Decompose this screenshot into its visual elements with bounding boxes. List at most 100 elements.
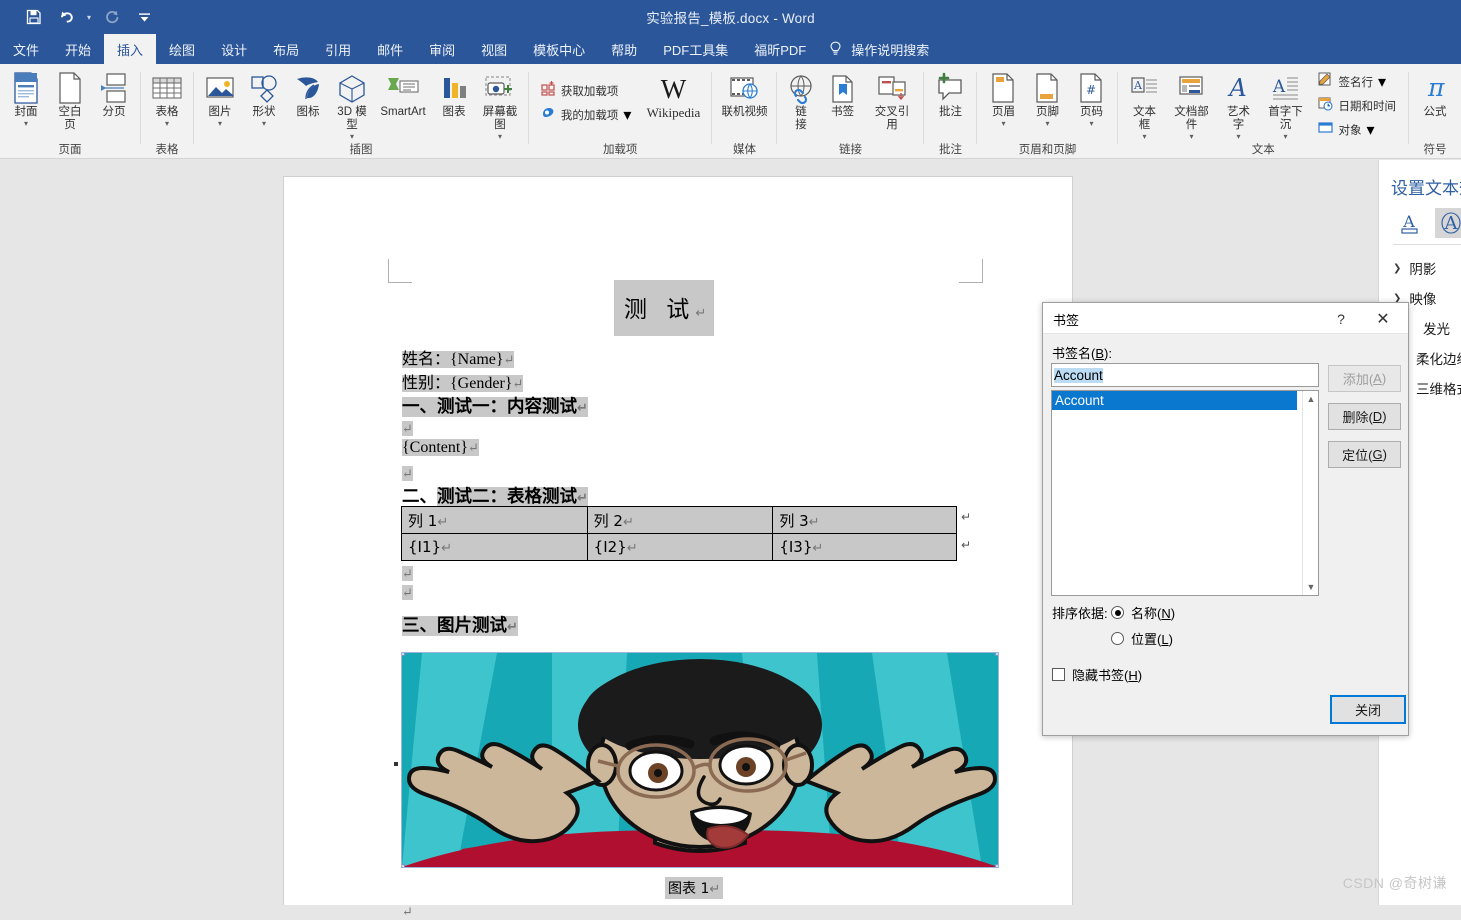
- tell-me-search[interactable]: 操作说明搜索: [819, 34, 942, 64]
- chevron-down-icon[interactable]: ▾: [1366, 120, 1374, 140]
- chart-button[interactable]: 图表: [432, 68, 476, 121]
- bookmark-name-input[interactable]: Account: [1051, 363, 1319, 387]
- document-table[interactable]: 列 1↵ 列 2↵ 列 3↵ {I1}↵ {I2}↵ {I3}↵: [401, 506, 957, 561]
- sort-by-location-radio[interactable]: 位置(L): [1111, 629, 1173, 648]
- smartart-button[interactable]: SmartArt: [374, 68, 432, 121]
- table-cell[interactable]: 列 1↵: [401, 506, 588, 534]
- tab-pdf-toolkit[interactable]: PDF工具集: [650, 34, 741, 64]
- chevron-down-icon[interactable]: ▾: [218, 119, 222, 128]
- blank-page-button[interactable]: 空白页: [48, 68, 92, 134]
- comment-button[interactable]: 批注: [928, 68, 972, 121]
- chevron-down-icon[interactable]: ▾: [1045, 119, 1049, 128]
- table-row[interactable]: {I1}↵ {I2}↵ {I3}↵: [401, 533, 957, 561]
- task-pane-item-soft-edges[interactable]: 柔化边缘: [1416, 348, 1461, 368]
- tab-references[interactable]: 引用: [312, 34, 364, 64]
- text-box-button[interactable]: A 文本框 ▾: [1122, 68, 1166, 143]
- tab-mailings[interactable]: 邮件: [364, 34, 416, 64]
- document-page[interactable]: 测 试↵ 姓名：{Name}↵ 性别：{Gender}↵ 一、测试一：内容测试↵…: [283, 176, 1073, 919]
- chevron-down-icon[interactable]: ▾: [1378, 72, 1386, 92]
- scroll-down-icon[interactable]: ▼: [1303, 579, 1318, 595]
- save-icon[interactable]: [18, 3, 50, 31]
- hidden-bookmarks-checkbox[interactable]: 隐藏书签(H): [1052, 665, 1142, 684]
- tab-help[interactable]: 帮助: [598, 34, 650, 64]
- shapes-button[interactable]: 形状 ▾: [242, 68, 286, 130]
- resize-handle[interactable]: [402, 653, 405, 656]
- task-pane-item-3d-format[interactable]: 三维格式: [1416, 378, 1461, 398]
- tab-home[interactable]: 开始: [52, 34, 104, 64]
- bookmark-list-scrollbar[interactable]: ▲ ▼: [1302, 391, 1318, 595]
- page-break-button[interactable]: 分页: [92, 68, 136, 121]
- icons-button[interactable]: 图标: [286, 68, 330, 121]
- cross-reference-button[interactable]: 交叉引用: [865, 68, 920, 134]
- table-cell[interactable]: 列 2↵: [586, 506, 774, 534]
- chevron-down-icon[interactable]: ▾: [1001, 119, 1005, 128]
- get-addins-button[interactable]: 获取加载项: [537, 79, 636, 103]
- picture-button[interactable]: 图片 ▾: [198, 68, 242, 130]
- table-cell[interactable]: {I3}↵: [772, 533, 957, 561]
- wordart-button[interactable]: A 艺术字 ▾: [1216, 68, 1260, 143]
- help-icon[interactable]: ?: [1327, 308, 1355, 330]
- text-effects-icon[interactable]: A: [1435, 208, 1461, 238]
- chevron-down-icon[interactable]: ▾: [1283, 132, 1287, 141]
- task-pane-item-shadow[interactable]: ❯ 阴影: [1393, 258, 1436, 278]
- footer-button[interactable]: 页脚 ▾: [1025, 68, 1069, 130]
- chevron-down-icon[interactable]: ▾: [1236, 132, 1240, 141]
- chevron-down-icon[interactable]: ▾: [1089, 119, 1093, 128]
- goto-bookmark-button[interactable]: 定位(G): [1328, 441, 1401, 468]
- tab-design[interactable]: 设计: [208, 34, 260, 64]
- chevron-down-icon[interactable]: ▾: [1189, 132, 1193, 141]
- quick-parts-button[interactable]: 文档部件 ▾: [1166, 68, 1216, 143]
- drop-cap-button[interactable]: A 首字下沉 ▾: [1260, 68, 1310, 143]
- tab-foxit-pdf[interactable]: 福昕PDF: [741, 34, 819, 64]
- tab-review[interactable]: 审阅: [416, 34, 468, 64]
- sort-by-name-radio[interactable]: 名称(N): [1111, 603, 1175, 622]
- undo-dropdown-icon[interactable]: ▾: [82, 3, 96, 31]
- bookmark-list[interactable]: Account ▲ ▼: [1051, 390, 1319, 596]
- delete-bookmark-button[interactable]: 删除(D): [1328, 403, 1401, 430]
- tab-draw[interactable]: 绘图: [156, 34, 208, 64]
- header-button[interactable]: 页眉 ▾: [981, 68, 1025, 130]
- chevron-down-icon[interactable]: ▾: [350, 132, 354, 141]
- table-cell[interactable]: {I2}↵: [586, 533, 774, 561]
- resize-handle[interactable]: [402, 864, 405, 867]
- tab-template-center[interactable]: 模板中心: [520, 34, 598, 64]
- wikipedia-button[interactable]: W Wikipedia: [639, 68, 707, 123]
- table-cell[interactable]: {I1}↵: [401, 533, 588, 561]
- tab-file[interactable]: 文件: [0, 34, 52, 64]
- tab-view[interactable]: 视图: [468, 34, 520, 64]
- bookmark-dialog[interactable]: 书签 ? ✕ 书签名(B): Account Account ▲ ▼ 添加(A)…: [1042, 302, 1409, 736]
- tab-layout[interactable]: 布局: [260, 34, 312, 64]
- resize-handle[interactable]: [995, 653, 998, 656]
- cover-page-button[interactable]: 封面 ▾: [4, 68, 48, 130]
- document-image[interactable]: [401, 652, 999, 868]
- close-icon[interactable]: ✕: [1368, 308, 1398, 330]
- chevron-down-icon[interactable]: ▾: [1142, 132, 1146, 141]
- link-button[interactable]: 链接: [781, 68, 820, 134]
- chevron-down-icon[interactable]: ▾: [623, 105, 631, 125]
- my-addins-button[interactable]: 我的加载项 ▾: [537, 103, 636, 127]
- screenshot-button[interactable]: 屏幕截图 ▾: [476, 68, 524, 143]
- bookmark-button[interactable]: 书签: [821, 68, 865, 121]
- resize-handle[interactable]: [995, 864, 998, 867]
- table-button[interactable]: 表格 ▾: [145, 68, 189, 130]
- equation-button[interactable]: π 公式: [1413, 68, 1457, 121]
- undo-icon[interactable]: [50, 3, 82, 31]
- table-row[interactable]: 列 1↵ 列 2↵ 列 3↵: [401, 506, 957, 534]
- online-video-button[interactable]: 联机视频: [716, 68, 772, 121]
- text-fill-icon[interactable]: A: [1393, 208, 1427, 238]
- add-bookmark-button[interactable]: 添加(A): [1328, 365, 1401, 392]
- task-pane-item-glow[interactable]: 发光: [1423, 318, 1450, 338]
- bookmark-list-item[interactable]: Account: [1052, 391, 1297, 410]
- chevron-down-icon[interactable]: ▾: [24, 119, 28, 128]
- chevron-down-icon[interactable]: ▾: [165, 119, 169, 128]
- customize-qat-icon[interactable]: [128, 3, 160, 31]
- signature-line-button[interactable]: 签名行 ▾: [1314, 70, 1400, 94]
- chevron-down-icon[interactable]: ▾: [262, 119, 266, 128]
- close-dialog-button[interactable]: 关闭: [1330, 695, 1406, 724]
- date-time-button[interactable]: 日期和时间: [1314, 94, 1400, 118]
- chevron-down-icon[interactable]: ▾: [498, 132, 502, 141]
- 3d-model-button[interactable]: 3D 模型 ▾: [330, 68, 374, 143]
- tab-insert[interactable]: 插入: [104, 34, 157, 64]
- object-button[interactable]: 对象 ▾: [1314, 118, 1400, 142]
- page-number-button[interactable]: # 页码 ▾: [1069, 68, 1113, 130]
